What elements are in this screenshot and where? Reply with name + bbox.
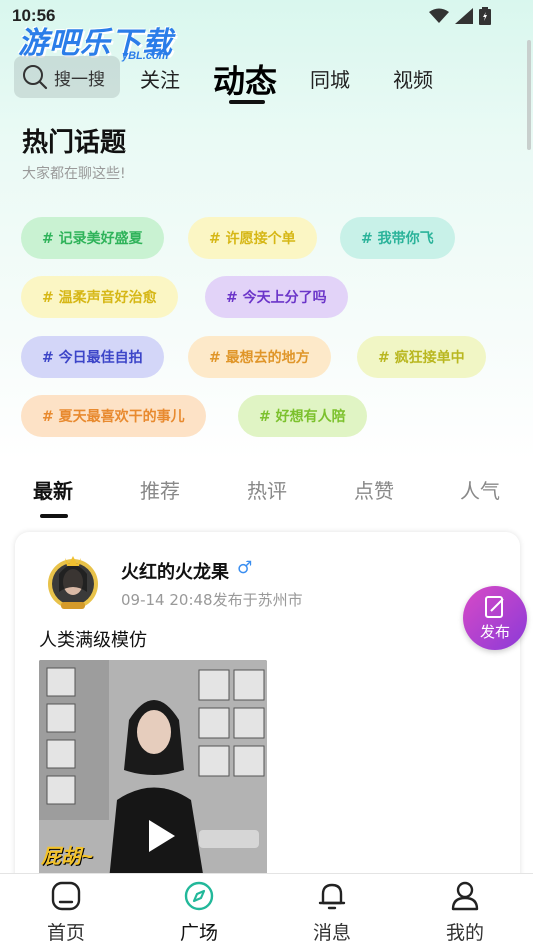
post-meta: 09-14 20:48发布于苏州市 (121, 591, 303, 609)
nav-square-label: 广场 (179, 922, 218, 944)
nav-square[interactable]: 广场 (164, 880, 234, 946)
avatar[interactable] (45, 552, 101, 612)
post-video-thumbnail[interactable]: 屁胡~ (39, 660, 267, 880)
nav-profile[interactable]: 我的 (430, 880, 500, 946)
hot-topics-subtitle: 大家都在聊这些! (22, 166, 126, 182)
tab-nearby[interactable]: 同城 (310, 64, 350, 93)
topic-tag[interactable]: # 好想有人陪 (238, 395, 367, 437)
post-text: 人类满级模仿 (39, 630, 147, 651)
image-caption: 屁胡~ (41, 846, 93, 868)
nav-profile-label: 我的 (445, 922, 484, 944)
top-tab-indicator (229, 100, 265, 104)
hot-topics-title: 热门话题 (22, 128, 127, 158)
tab-latest[interactable]: 最新 (33, 475, 73, 504)
topic-tag[interactable]: # 记录美好盛夏 (21, 217, 164, 259)
edit-icon (485, 595, 504, 618)
wifi-icon (429, 8, 449, 23)
tab-feed[interactable]: 动态 (213, 56, 277, 102)
home-icon (51, 881, 81, 911)
user-icon (451, 881, 479, 911)
tab-hot-comments[interactable]: 热评 (247, 475, 287, 504)
topic-tag[interactable]: # 我带你飞 (340, 217, 455, 259)
nav-home-label: 首页 (46, 922, 85, 944)
topic-tag[interactable]: # 温柔声音好治愈 (21, 276, 178, 318)
play-icon[interactable] (149, 820, 175, 852)
topic-tag[interactable]: # 夏天最喜欢干的事儿 (21, 395, 206, 437)
feed-tab-indicator (40, 514, 68, 518)
compass-icon (184, 881, 214, 911)
tab-likes[interactable]: 点赞 (354, 475, 394, 504)
bottom-nav: 首页 广场 消息 我的 (0, 873, 533, 948)
topic-tag[interactable]: # 疯狂接单中 (357, 336, 486, 378)
nav-messages[interactable]: 消息 (297, 880, 367, 946)
feed-tabs: 最新 推荐 热评 点赞 人气 (0, 475, 533, 505)
topic-tag[interactable]: # 许愿接个单 (188, 217, 317, 259)
bell-icon (318, 883, 346, 910)
publish-button[interactable]: 发布 (463, 586, 527, 650)
tab-popular[interactable]: 人气 (460, 475, 500, 504)
signal-icon (455, 8, 473, 24)
topic-tag[interactable]: # 最想去的地方 (188, 336, 331, 378)
status-icons (429, 7, 491, 25)
nav-home[interactable]: 首页 (31, 880, 101, 946)
tab-video[interactable]: 视频 (393, 64, 433, 93)
publish-label: 发布 (479, 622, 510, 641)
topic-tag[interactable]: # 今日最佳自拍 (21, 336, 164, 378)
post-username[interactable]: 火红的火龙果 (121, 558, 229, 584)
battery-icon (479, 7, 491, 25)
top-tabs: 关注 动态 同城 视频 (0, 58, 533, 108)
topic-tag[interactable]: # 今天上分了吗 (205, 276, 348, 318)
tab-follow[interactable]: 关注 (140, 64, 180, 93)
tab-recommended[interactable]: 推荐 (140, 475, 180, 504)
gender-male-icon: ♂ (237, 558, 253, 578)
nav-messages-label: 消息 (312, 922, 351, 944)
